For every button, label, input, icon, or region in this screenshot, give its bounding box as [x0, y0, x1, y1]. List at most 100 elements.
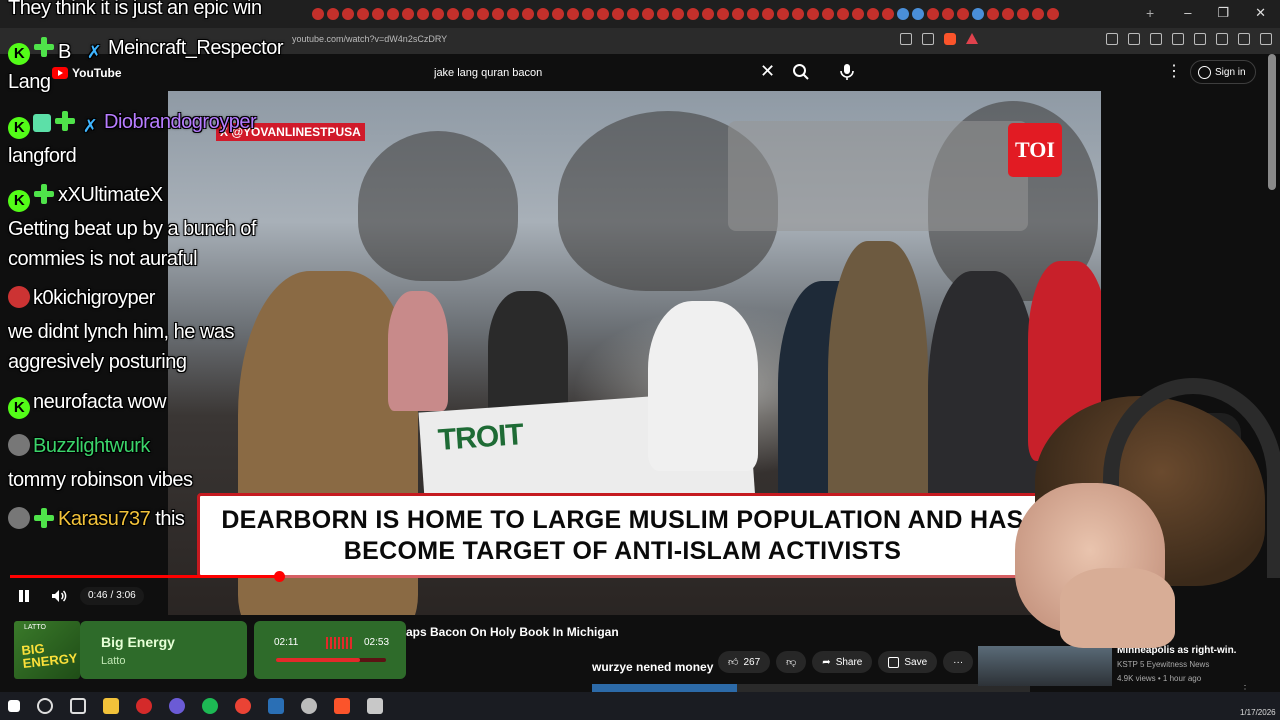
share-icon[interactable] — [922, 33, 934, 45]
browser-tab-icon[interactable] — [642, 8, 654, 20]
media-icon[interactable] — [1150, 33, 1162, 45]
browser-tab-icon[interactable] — [522, 8, 534, 20]
app2-icon[interactable] — [301, 698, 317, 714]
browser-tab-icon[interactable] — [387, 8, 399, 20]
browser-tab-icon[interactable] — [582, 8, 594, 20]
recommended-channel[interactable]: KSTP 5 Eyewitness News — [1117, 660, 1209, 669]
browser-tab-icon[interactable] — [1002, 8, 1014, 20]
maximize-icon[interactable]: ❐ — [1217, 5, 1229, 21]
minimize-icon[interactable]: – — [1184, 5, 1191, 21]
browser-tab-icon[interactable] — [447, 8, 459, 20]
browser-tab-icon[interactable] — [462, 8, 474, 20]
browser-tab-icon[interactable] — [942, 8, 954, 20]
chat-username[interactable]: Meincraft_Respector — [108, 37, 284, 59]
task-view-icon[interactable] — [70, 698, 86, 714]
browser-tab-icon[interactable] — [702, 8, 714, 20]
browser-tab-icon[interactable] — [732, 8, 744, 20]
chat-username[interactable]: Diobrandogroyper — [104, 111, 257, 133]
browser-tab-icon[interactable] — [627, 8, 639, 20]
file-explorer-icon[interactable] — [103, 698, 119, 714]
browser-tab-icon[interactable] — [432, 8, 444, 20]
volume-icon[interactable] — [51, 589, 67, 603]
recommended-thumbnail[interactable] — [978, 646, 1112, 686]
chat-username[interactable]: Karasu737 — [58, 508, 151, 530]
browser-tab-icon[interactable] — [672, 8, 684, 20]
browser-tab-icon[interactable] — [762, 8, 774, 20]
url-field[interactable]: youtube.com/watch?v=dW4n2sCzDRY — [292, 34, 447, 44]
like-button[interactable]: 👍︎ 267 — [718, 651, 771, 673]
browser-tab-icon[interactable] — [342, 8, 354, 20]
browser-tab-icon[interactable] — [312, 8, 324, 20]
clear-search-icon[interactable]: ✕ — [760, 62, 775, 80]
search-box[interactable] — [422, 60, 787, 85]
steam-icon[interactable] — [268, 698, 284, 714]
bookmark-icon[interactable] — [1194, 33, 1206, 45]
browser-tabs[interactable] — [312, 8, 1059, 20]
chat-username[interactable]: neurofacta — [33, 391, 123, 413]
browser-tab-icon[interactable] — [327, 8, 339, 20]
search-icon[interactable] — [792, 63, 810, 81]
extension-icon[interactable] — [1106, 33, 1118, 45]
browser-tab-icon[interactable] — [657, 8, 669, 20]
wallet-icon[interactable] — [1238, 33, 1250, 45]
browser-tab-icon[interactable] — [507, 8, 519, 20]
app-icon[interactable] — [136, 698, 152, 714]
brave-icon[interactable] — [334, 698, 350, 714]
browser-tab-icon[interactable] — [747, 8, 759, 20]
browser-tab-icon[interactable] — [777, 8, 789, 20]
browser-tab-icon[interactable] — [882, 8, 894, 20]
browser-tab-icon[interactable] — [1032, 8, 1044, 20]
browser-tab-icon[interactable] — [897, 8, 909, 20]
browser-tab-icon[interactable] — [567, 8, 579, 20]
close-window-icon[interactable]: ✕ — [1255, 5, 1266, 21]
app3-icon[interactable] — [367, 698, 383, 714]
page-scrollbar[interactable] — [1268, 54, 1276, 190]
browser-tab-icon[interactable] — [402, 8, 414, 20]
browser-tab-icon[interactable] — [537, 8, 549, 20]
search-input[interactable] — [422, 60, 787, 85]
browser-tab-icon[interactable] — [852, 8, 864, 20]
browser-tab-icon[interactable] — [957, 8, 969, 20]
browser-tab-icon[interactable] — [687, 8, 699, 20]
browser-tab-icon[interactable] — [612, 8, 624, 20]
tab-search-icon[interactable] — [1128, 33, 1140, 45]
browser-tab-icon[interactable] — [822, 8, 834, 20]
browser-tab-icon[interactable] — [717, 8, 729, 20]
sidebar-icon[interactable] — [1172, 33, 1184, 45]
browser-tab-icon[interactable] — [1017, 8, 1029, 20]
browser-tab-icon[interactable] — [597, 8, 609, 20]
screenshot-icon[interactable] — [900, 33, 912, 45]
spotify-icon[interactable] — [202, 698, 218, 714]
sign-in-button[interactable]: Sign in — [1190, 60, 1256, 84]
browser-tab-icon[interactable] — [927, 8, 939, 20]
pause-icon[interactable] — [17, 589, 31, 603]
chrome-icon[interactable] — [235, 698, 251, 714]
browser-tab-icon[interactable] — [477, 8, 489, 20]
chat-username[interactable]: xXUltimateX — [58, 184, 163, 206]
dislike-button[interactable]: 👎︎ — [776, 651, 807, 673]
browser-tab-icon[interactable] — [552, 8, 564, 20]
browser-tab-icon[interactable] — [1047, 8, 1059, 20]
new-tab-icon[interactable]: + — [1146, 5, 1154, 21]
browser-tab-icon[interactable] — [837, 8, 849, 20]
share-button[interactable]: ➦ Share — [812, 651, 873, 673]
brave-shields-icon[interactable] — [944, 33, 956, 45]
browser-tab-icon[interactable] — [807, 8, 819, 20]
discord-icon[interactable] — [169, 698, 185, 714]
more-actions-button[interactable]: ··· — [943, 651, 974, 673]
browser-tab-icon[interactable] — [417, 8, 429, 20]
leo-icon[interactable] — [1216, 33, 1228, 45]
windows-start-icon[interactable] — [8, 700, 20, 712]
browser-tab-icon[interactable] — [792, 8, 804, 20]
browser-tab-icon[interactable] — [972, 8, 984, 20]
browser-tab-icon[interactable] — [357, 8, 369, 20]
browser-tab-icon[interactable] — [912, 8, 924, 20]
settings-menu-icon[interactable]: ⋮ — [1166, 64, 1182, 80]
chat-username[interactable]: Buzzlightwurk — [33, 435, 150, 457]
browser-tab-icon[interactable] — [372, 8, 384, 20]
browser-tab-icon[interactable] — [867, 8, 879, 20]
microphone-icon[interactable] — [838, 62, 856, 82]
save-button[interactable]: Save — [878, 651, 938, 673]
search-taskbar-icon[interactable] — [37, 698, 53, 714]
browser-tab-icon[interactable] — [987, 8, 999, 20]
